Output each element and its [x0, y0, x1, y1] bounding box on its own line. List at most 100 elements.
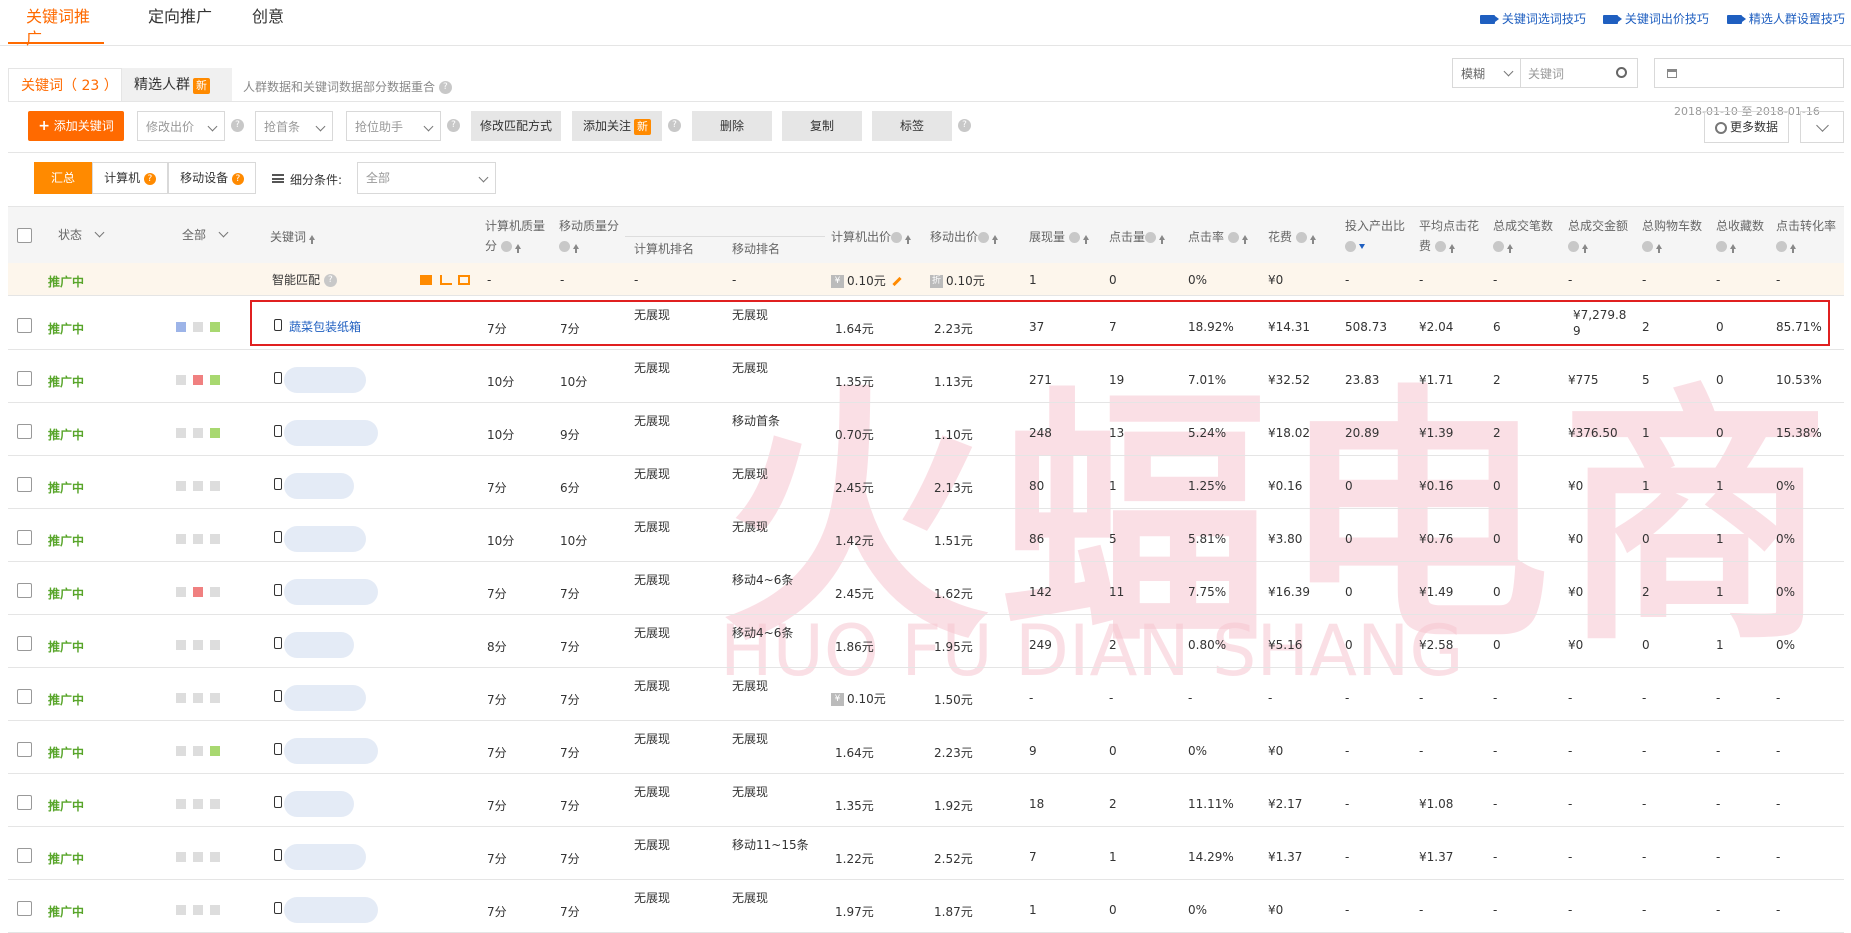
pc-bid[interactable]: ¥0.10元 [831, 690, 886, 707]
row-checkbox[interactable] [17, 424, 32, 439]
header-ctr[interactable]: 点击率 [1188, 228, 1248, 245]
match-mode-select[interactable]: 模糊 [1452, 58, 1521, 88]
impressions: 248 [1029, 426, 1052, 440]
pc-bid: 0.70元 [835, 428, 874, 442]
header-cpc[interactable]: 平均点击花费 [1419, 216, 1489, 256]
row-checkbox[interactable] [17, 371, 32, 386]
row-checkbox[interactable] [17, 848, 32, 863]
segment-mobile[interactable]: 移动设备 ? [168, 162, 256, 194]
segment-pc[interactable]: 计算机 ? [92, 162, 168, 194]
device-status-indicator [193, 481, 203, 491]
segment-summary[interactable]: 汇总 [34, 162, 92, 194]
tag-button[interactable]: 标签 [872, 111, 952, 141]
pc-bid[interactable]: ¥0.10元 [831, 272, 902, 289]
tip-bid-keywords[interactable]: 关键词出价技巧 [1603, 10, 1709, 27]
mobile-bid[interactable]: 折 0.10元 [930, 272, 985, 289]
help-icon[interactable]: ? [447, 119, 460, 132]
sub-condition-select[interactable]: 全部 [357, 162, 496, 194]
row-checkbox[interactable] [17, 689, 32, 704]
cvr: - [1776, 273, 1781, 287]
row-checkbox[interactable] [17, 742, 32, 757]
tab-keyword-promotion[interactable]: 关键词推广 [8, 6, 104, 48]
cart: - [1642, 797, 1647, 811]
help-icon[interactable]: ? [668, 119, 681, 132]
add-keyword-button[interactable]: + 添加关键词 [28, 111, 124, 141]
more-data-button[interactable]: 更多数据 [1704, 111, 1789, 143]
mobile-quality: 6分 [560, 481, 580, 495]
help-icon[interactable]: ? [323, 274, 337, 287]
copy-button[interactable]: 复制 [782, 111, 862, 141]
pc-bid: 1.42元 [835, 534, 874, 548]
cart: 1 [1642, 426, 1650, 440]
mobile-quality: 7分 [560, 746, 580, 760]
collapse-button[interactable] [1800, 111, 1844, 143]
header-pc-bid[interactable]: 计算机出价 [831, 228, 912, 245]
header-clicks[interactable]: 点击量 [1109, 228, 1166, 245]
header-pc-quality[interactable]: 计算机质量分 [485, 216, 551, 256]
row-checkbox[interactable] [17, 530, 32, 545]
first-bar-select[interactable]: 抢首条 [255, 111, 333, 141]
help-icon[interactable]: ? [958, 119, 971, 132]
header-cost[interactable]: 花费 [1268, 228, 1316, 245]
orders: - [1493, 691, 1498, 705]
redacted-keyword [284, 685, 366, 711]
header-favorites[interactable]: 总收藏数 [1716, 216, 1782, 256]
cpc: - [1419, 903, 1424, 917]
header-all[interactable]: 全部 [182, 226, 229, 243]
pause-icon[interactable] [420, 275, 432, 285]
chart-icon[interactable] [440, 275, 452, 285]
help-icon[interactable]: ? [231, 119, 244, 132]
modify-match-button[interactable]: 修改匹配方式 [471, 111, 561, 141]
row-checkbox[interactable] [17, 477, 32, 492]
cost: ¥18.02 [1268, 426, 1310, 440]
delete-button[interactable]: 删除 [692, 111, 772, 141]
pc-rank: 无展现 [634, 679, 671, 693]
clicks: 0 [1109, 744, 1117, 758]
pc-quality: 10分 [487, 375, 515, 389]
edit-icon[interactable] [892, 276, 902, 287]
header-mobile-bid[interactable]: 移动出价 [930, 228, 999, 245]
row-checkbox[interactable] [17, 795, 32, 810]
status-text: 推广中 [48, 428, 85, 442]
modify-bid-select[interactable]: 修改出价 [137, 111, 225, 141]
header-gmv[interactable]: 总成交金额 [1568, 216, 1634, 256]
header-mobile-quality[interactable]: 移动质量分 [559, 216, 625, 256]
device-status-indicator [176, 322, 186, 332]
mobile-bid: 2.52元 [934, 852, 973, 866]
date-picker[interactable] [1654, 58, 1844, 88]
row-checkbox[interactable] [17, 901, 32, 916]
tip-select-keywords[interactable]: 关键词选词技巧 [1480, 10, 1586, 27]
roi: - [1345, 273, 1350, 287]
tab-creative[interactable]: 创意 [252, 6, 284, 44]
help-icon[interactable]: ? [438, 81, 452, 94]
search-icon[interactable] [1616, 67, 1627, 78]
tab-targeted-promotion[interactable]: 定向推广 [148, 6, 212, 44]
tip-crowd-settings[interactable]: 精选人群设置技巧 [1727, 10, 1845, 27]
mobile-rank: 无展现 [732, 732, 769, 746]
header-impressions[interactable]: 展现量 [1029, 228, 1089, 245]
status-text: 推广中 [48, 375, 85, 389]
header-status[interactable]: 状态 [58, 226, 105, 243]
ctr: 5.24% [1188, 426, 1227, 440]
device-status-indicator [176, 799, 186, 809]
add-follow-button[interactable]: 添加关注新 [572, 111, 662, 141]
header-cart[interactable]: 总购物车数 [1642, 216, 1708, 256]
video-icon [1480, 15, 1499, 24]
rank-helper-select[interactable]: 抢位助手 [346, 111, 441, 141]
mobile-rank: 无展现 [732, 361, 769, 375]
header-cvr[interactable]: 点击转化率 [1776, 216, 1842, 256]
row-checkbox[interactable] [17, 583, 32, 598]
report-icon[interactable] [458, 275, 470, 285]
subtab-selected-crowd[interactable]: 精选人群新 [122, 68, 232, 102]
subtab-keywords[interactable]: 关键词（ 23 ） [8, 68, 122, 102]
device-status-indicator [193, 905, 203, 915]
header-roi[interactable]: 投入产出比 [1345, 216, 1415, 256]
pc-quality: 7分 [487, 587, 507, 601]
favorites: 1 [1716, 585, 1724, 599]
keyword-search-input[interactable]: 关键词 [1520, 58, 1638, 88]
select-all-checkbox[interactable] [17, 228, 32, 243]
header-orders[interactable]: 总成交笔数 [1493, 216, 1559, 256]
row-checkbox[interactable] [17, 636, 32, 651]
row-checkbox[interactable] [17, 318, 32, 333]
header-keyword[interactable]: 关键词 [270, 228, 316, 245]
